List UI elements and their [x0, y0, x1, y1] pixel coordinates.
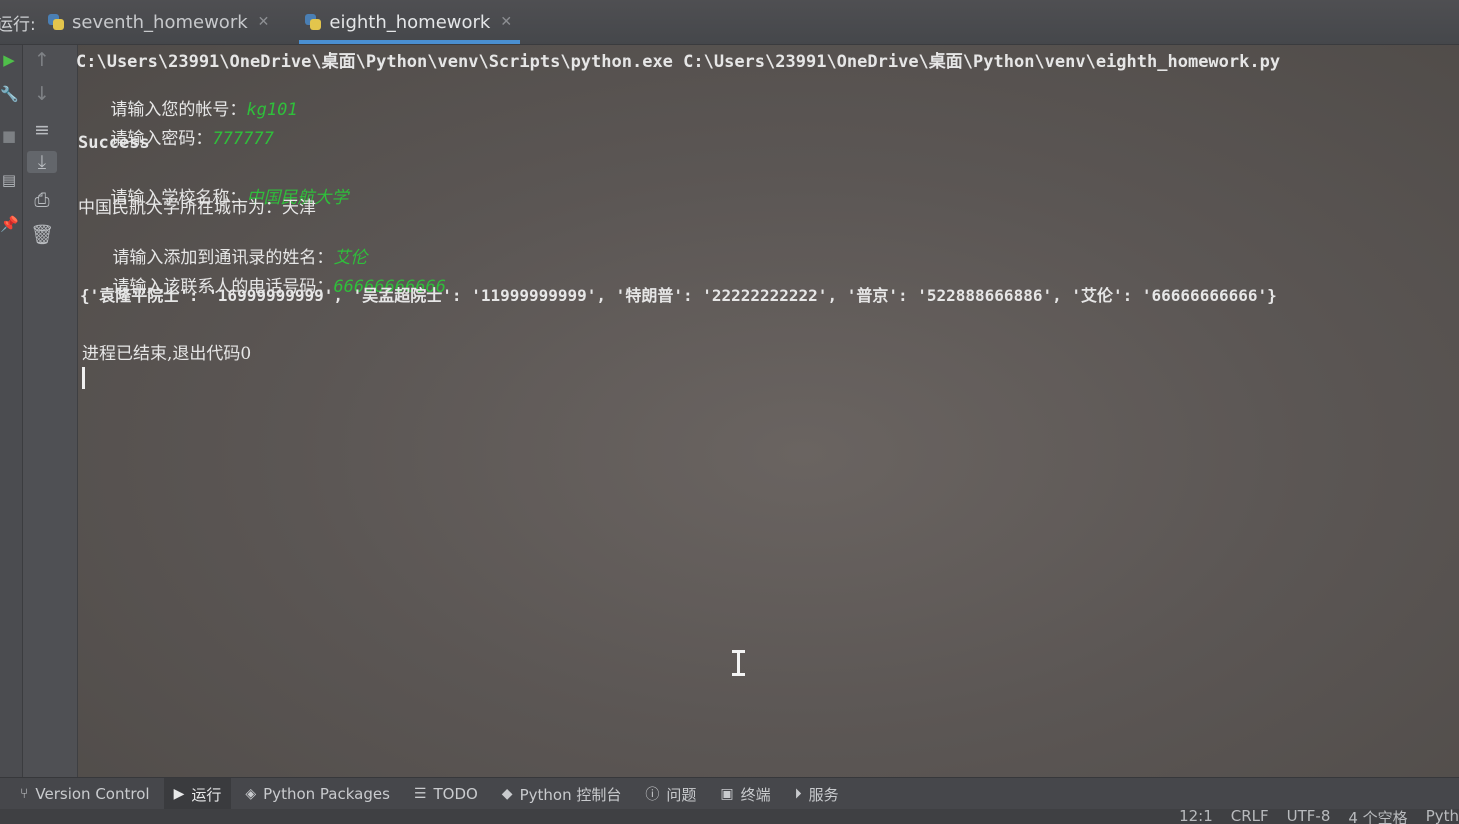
- tool-python-packages[interactable]: ◈ Python Packages: [235, 778, 400, 810]
- tool-version-control[interactable]: ⑂ Version Control: [10, 778, 160, 810]
- soft-wrap-icon[interactable]: ≡: [27, 119, 57, 141]
- layout-icon[interactable]: ▤: [0, 171, 18, 189]
- print-icon[interactable]: ⎙: [27, 189, 57, 211]
- tool-run[interactable]: ▶ 运行: [163, 778, 232, 810]
- text-cursor: [82, 367, 85, 389]
- file-encoding[interactable]: UTF-8: [1287, 809, 1331, 824]
- close-icon[interactable]: ✕: [500, 14, 512, 30]
- tool-python-console[interactable]: ◆ Python 控制台: [492, 778, 632, 810]
- ide-window: 运行: seventh_homework ✕ eighth_homework ✕…: [0, 0, 1459, 824]
- caret-position[interactable]: 12:1: [1179, 809, 1213, 824]
- python-file-icon: [48, 14, 64, 30]
- tool-todo[interactable]: ☰ TODO: [404, 778, 488, 810]
- pin-icon[interactable]: 📌: [0, 215, 19, 233]
- console-line: Success: [78, 133, 150, 153]
- tab-label: seventh_homework: [72, 11, 248, 33]
- interpreter-selector[interactable]: Pyth: [1426, 809, 1459, 824]
- python-file-icon: [305, 14, 322, 30]
- line-ending[interactable]: CRLF: [1231, 809, 1269, 824]
- indent-setting[interactable]: 4 个空格: [1348, 809, 1407, 824]
- rerun-icon[interactable]: ▶: [0, 51, 18, 69]
- console-line: 中国民航大学所在城市为：天津: [78, 198, 316, 218]
- run-label: 运行:: [0, 14, 36, 35]
- console-action-strip: ↑ ↓ ≡ ⤓ ⎙ 🗑: [23, 45, 78, 777]
- services-icon: ⏵: [794, 786, 802, 802]
- tool-window-bar: ⑂ Version Control ▶ 运行 ◈ Python Packages…: [0, 777, 1459, 810]
- arrow-down-icon[interactable]: ↓: [27, 83, 57, 105]
- python-console-icon: ◆: [501, 786, 513, 802]
- problems-icon: ⓘ: [645, 787, 660, 803]
- tab-eighth-homework[interactable]: eighth_homework ✕: [297, 0, 522, 44]
- tool-problems[interactable]: ⓘ 问题: [635, 778, 706, 810]
- branch-icon: ⑂: [20, 786, 29, 802]
- close-icon[interactable]: ✕: [258, 14, 270, 30]
- user-input: 777777: [212, 129, 274, 149]
- console-line: 进程已结束,退出代码0: [82, 344, 252, 364]
- status-bar: 12:1 CRLF UTF-8 4 个空格 Pyth: [0, 809, 1459, 824]
- arrow-up-icon[interactable]: ↑: [27, 49, 57, 71]
- tool-terminal[interactable]: ▣ 终端: [710, 778, 780, 810]
- wrench-icon[interactable]: 🔧: [0, 85, 19, 103]
- run-tab-bar: 运行: seventh_homework ✕ eighth_homework ✕: [0, 0, 1459, 45]
- ibeam-cursor-icon: [731, 650, 747, 676]
- command-line: C:\Users\23991\OneDrive\桌面\Python\venv\S…: [76, 52, 1281, 72]
- left-tool-strip: ▶ 🔧 ■ ▤ 📌: [0, 45, 23, 777]
- console-line: {'袁隆平院士': '16999999999', '吴孟超院士': '11999…: [80, 286, 1277, 305]
- tool-services[interactable]: ⏵ 服务: [785, 778, 849, 810]
- packages-icon: ◈: [245, 786, 257, 802]
- trash-icon[interactable]: 🗑: [27, 223, 57, 246]
- run-icon: ▶: [173, 786, 185, 802]
- list-icon: ☰: [413, 786, 427, 802]
- tab-seventh-homework[interactable]: seventh_homework ✕: [40, 0, 279, 44]
- scroll-to-end-icon[interactable]: ⤓: [27, 151, 57, 173]
- stop-icon[interactable]: ■: [0, 127, 18, 145]
- run-console[interactable]: C:\Users\23991\OneDrive\桌面\Python\venv\S…: [76, 45, 1459, 777]
- tab-label: eighth_homework: [329, 11, 491, 33]
- terminal-icon: ▣: [720, 786, 734, 802]
